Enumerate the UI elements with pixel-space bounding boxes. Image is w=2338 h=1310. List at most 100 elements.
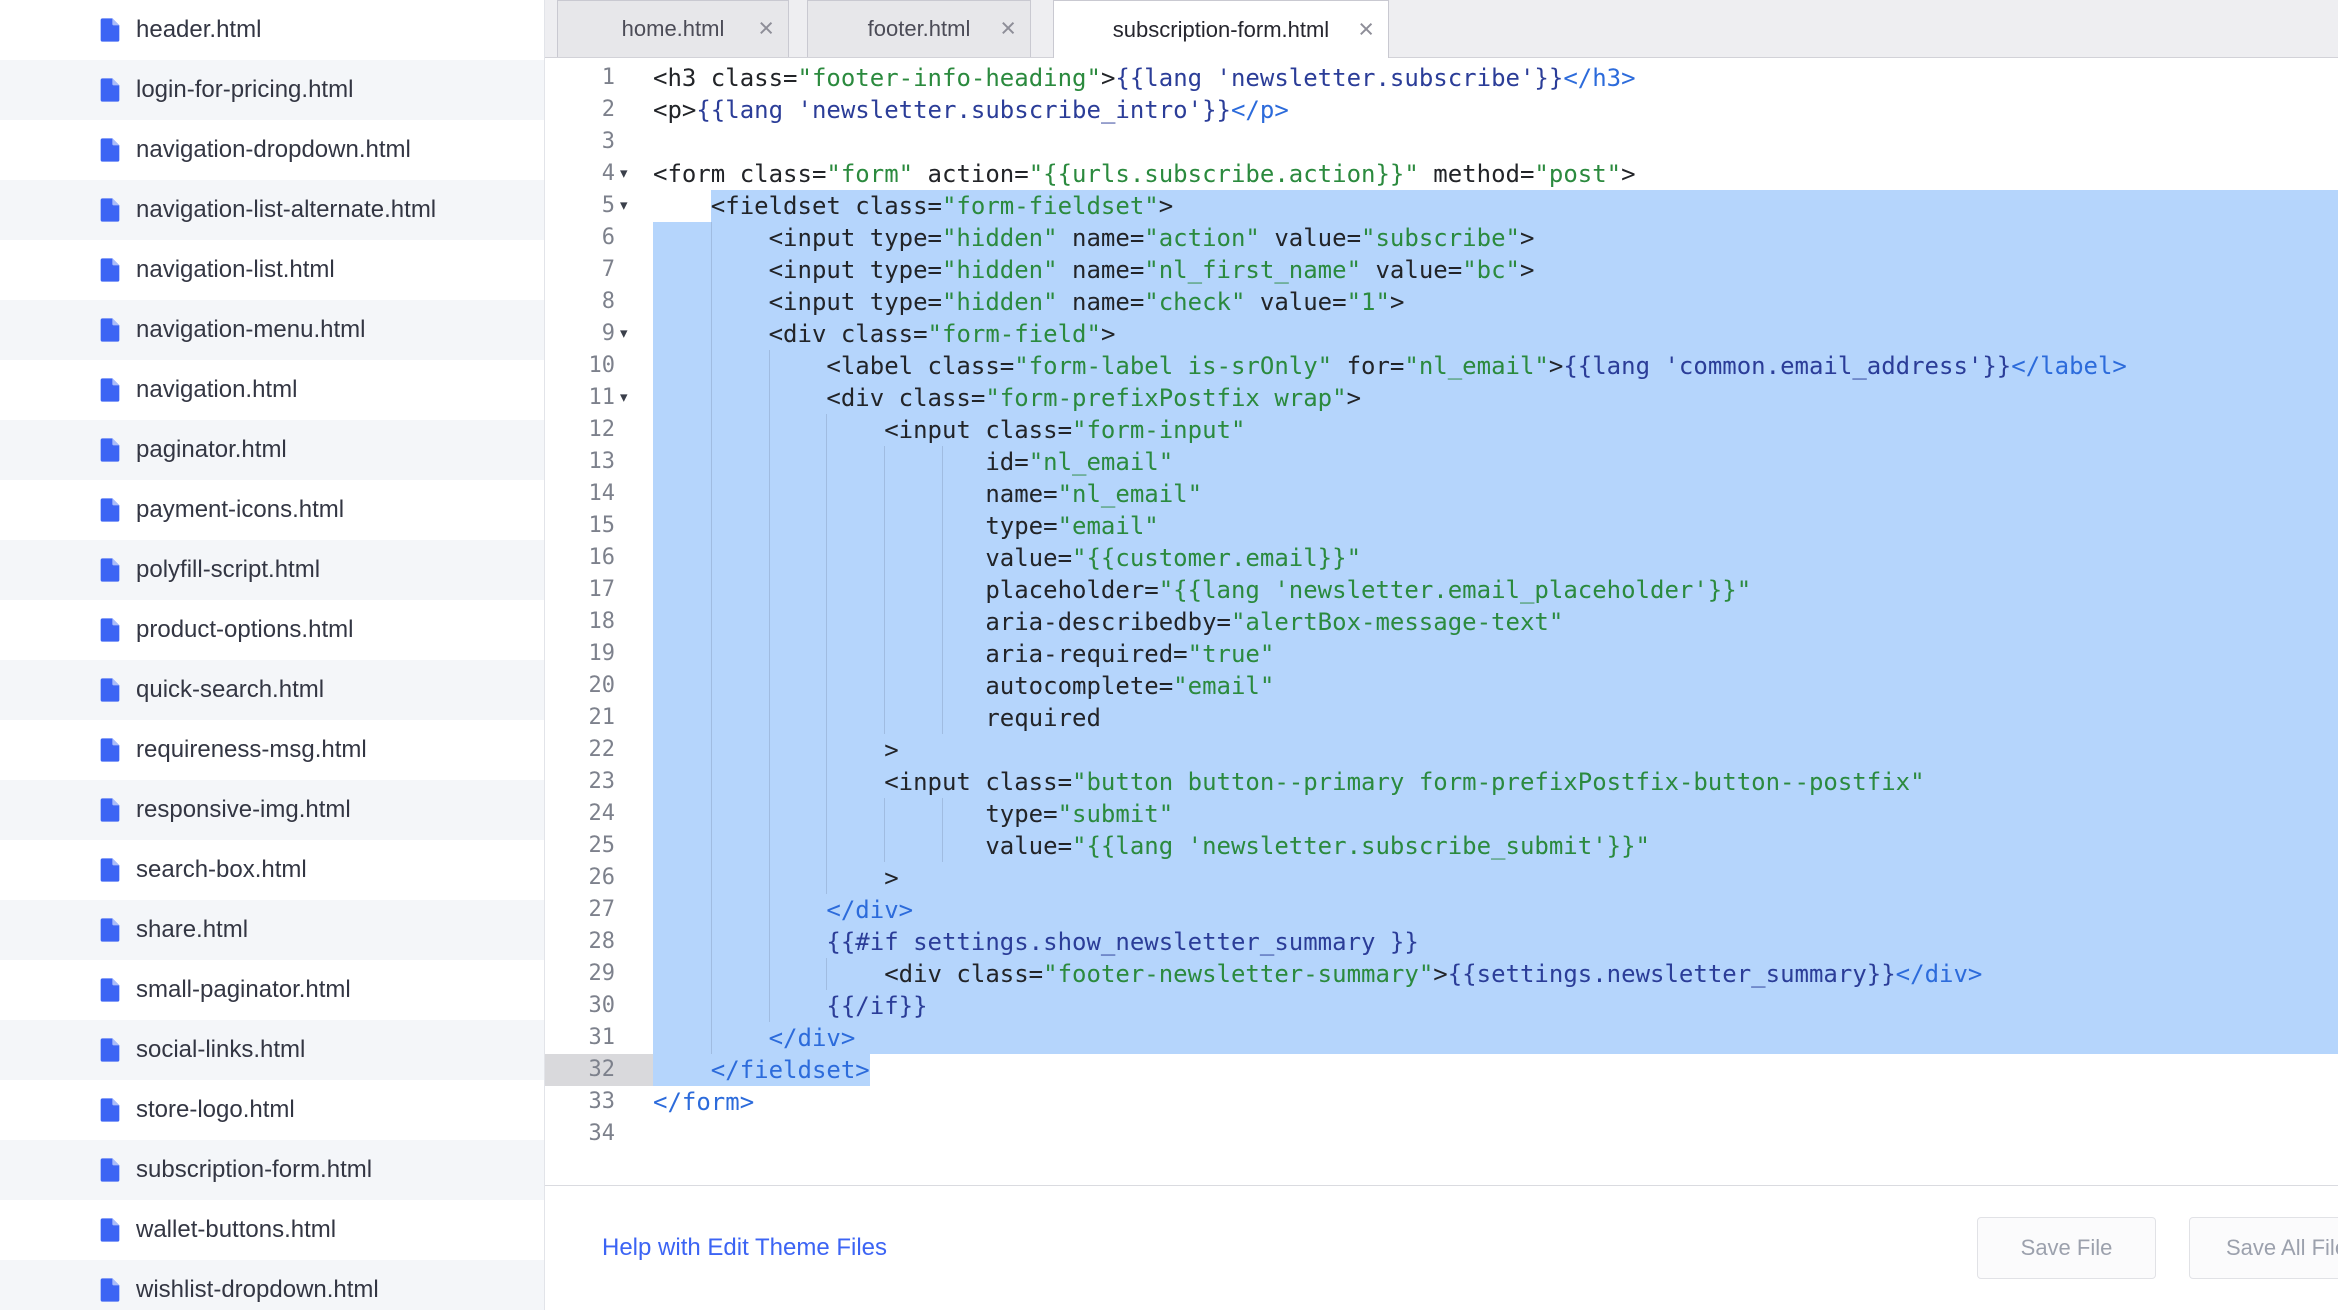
file-item-paginator[interactable]: paginator.html <box>0 420 544 480</box>
file-item-header[interactable]: header.html <box>0 0 544 60</box>
file-item-quick-search[interactable]: quick-search.html <box>0 660 544 720</box>
file-item-wallet-buttons[interactable]: wallet-buttons.html <box>0 1200 544 1260</box>
file-item-navigation-dropdown[interactable]: navigation-dropdown.html <box>0 120 544 180</box>
code-line[interactable]: 27 </div> <box>545 894 2338 926</box>
code-text: <input type="hidden" name="action" value… <box>653 222 2338 254</box>
close-icon[interactable]: × <box>758 15 774 42</box>
code-line[interactable]: 9▾ <div class="form-field"> <box>545 318 2338 350</box>
line-number: 28 <box>545 926 615 958</box>
code-token <box>653 1024 769 1052</box>
file-item-share[interactable]: share.html <box>0 900 544 960</box>
gutter-cell: 5▾ <box>545 190 653 222</box>
tab-home-html[interactable]: home.html× <box>557 0 789 57</box>
code-editor[interactable]: 1<h3 class="footer-info-heading">{{lang … <box>545 58 2338 1185</box>
code-line[interactable]: 17 placeholder="{{lang 'newsletter.email… <box>545 574 2338 606</box>
file-item-navigation-list-alternate[interactable]: navigation-list-alternate.html <box>0 180 544 240</box>
fold-spacer <box>615 286 653 318</box>
file-item-small-paginator[interactable]: small-paginator.html <box>0 960 544 1020</box>
code-line[interactable]: 22 > <box>545 734 2338 766</box>
code-line[interactable]: 25 value="{{lang 'newsletter.subscribe_s… <box>545 830 2338 862</box>
code-line[interactable]: 24 type="submit" <box>545 798 2338 830</box>
code-line[interactable]: 26 > <box>545 862 2338 894</box>
save-all-files-button[interactable]: Save All Files <box>2189 1217 2338 1279</box>
code-line[interactable]: 15 type="email" <box>545 510 2338 542</box>
code-line[interactable]: 14 name="nl_email" <box>545 478 2338 510</box>
code-line[interactable]: 18 aria-describedby="alertBox-message-te… <box>545 606 2338 638</box>
fold-spacer <box>615 606 653 638</box>
code-line[interactable]: 28 {{#if settings.show_newsletter_summar… <box>545 926 2338 958</box>
code-line[interactable]: 5▾ <fieldset class="form-fieldset"> <box>545 190 2338 222</box>
code-line[interactable]: 8 <input type="hidden" name="check" valu… <box>545 286 2338 318</box>
code-token: > <box>1101 64 1115 92</box>
code-token: "1" <box>1347 288 1390 316</box>
fold-icon[interactable]: ▾ <box>615 318 653 350</box>
fold-icon[interactable]: ▾ <box>615 190 653 222</box>
code-token: <fieldset class= <box>653 192 942 220</box>
code-line[interactable]: 20 autocomplete="email" <box>545 670 2338 702</box>
file-item-store-logo[interactable]: store-logo.html <box>0 1080 544 1140</box>
file-name: wallet-buttons.html <box>136 1216 336 1244</box>
code-line[interactable]: 29 <div class="footer-newsletter-summary… <box>545 958 2338 990</box>
code-line[interactable]: 12 <input class="form-input" <box>545 414 2338 446</box>
code-text: </fieldset> <box>653 1054 2338 1086</box>
code-token: > <box>1520 256 1534 284</box>
file-item-subscription-form[interactable]: subscription-form.html <box>0 1140 544 1200</box>
file-item-search-box[interactable]: search-box.html <box>0 840 544 900</box>
code-line[interactable]: 10 <label class="form-label is-srOnly" f… <box>545 350 2338 382</box>
file-item-responsive-img[interactable]: responsive-img.html <box>0 780 544 840</box>
file-icon <box>96 136 124 164</box>
tab-footer-html[interactable]: footer.html× <box>807 0 1031 57</box>
save-file-button[interactable]: Save File <box>1977 1217 2156 1279</box>
code-line[interactable]: 31 </div> <box>545 1022 2338 1054</box>
fold-icon[interactable]: ▾ <box>615 382 653 414</box>
code-line[interactable]: 30 {{/if}} <box>545 990 2338 1022</box>
code-token: id= <box>653 448 1029 476</box>
fold-spacer <box>615 990 653 1022</box>
file-item-product-options[interactable]: product-options.html <box>0 600 544 660</box>
code-line[interactable]: 32 </fieldset> <box>545 1054 2338 1086</box>
line-number: 10 <box>545 350 615 382</box>
code-line[interactable]: 1<h3 class="footer-info-heading">{{lang … <box>545 62 2338 94</box>
code-line[interactable]: 2<p>{{lang 'newsletter.subscribe_intro'}… <box>545 94 2338 126</box>
close-icon[interactable]: × <box>1000 15 1016 42</box>
code-line[interactable]: 13 id="nl_email" <box>545 446 2338 478</box>
code-line[interactable]: 33</form> <box>545 1086 2338 1118</box>
code-line[interactable]: 3 <box>545 126 2338 158</box>
code-line[interactable]: 4▾<form class="form" action="{{urls.subs… <box>545 158 2338 190</box>
code-text: <input type="hidden" name="check" value=… <box>653 286 2338 318</box>
line-number: 26 <box>545 862 615 894</box>
file-item-wishlist-dropdown[interactable]: wishlist-dropdown.html <box>0 1260 544 1310</box>
code-line[interactable]: 21 required <box>545 702 2338 734</box>
file-item-requireness-msg[interactable]: requireness-msg.html <box>0 720 544 780</box>
code-text: {{#if settings.show_newsletter_summary }… <box>653 926 2338 958</box>
file-item-navigation-list[interactable]: navigation-list.html <box>0 240 544 300</box>
code-line[interactable]: 19 aria-required="true" <box>545 638 2338 670</box>
line-number: 18 <box>545 606 615 638</box>
code-line[interactable]: 34 <box>545 1118 2338 1150</box>
code-token: </label> <box>2011 352 2127 380</box>
gutter-cell: 4▾ <box>545 158 653 190</box>
file-item-social-links[interactable]: social-links.html <box>0 1020 544 1080</box>
file-item-navigation-menu[interactable]: navigation-menu.html <box>0 300 544 360</box>
help-link[interactable]: Help with Edit Theme Files <box>602 1234 887 1262</box>
fold-spacer <box>615 1022 653 1054</box>
code-text: </form> <box>653 1086 2338 1118</box>
code-text: <input class="form-input" <box>653 414 2338 446</box>
fold-spacer <box>615 414 653 446</box>
code-line[interactable]: 23 <input class="button button--primary … <box>545 766 2338 798</box>
gutter-cell: 31 <box>545 1022 653 1054</box>
line-number: 1 <box>545 62 615 94</box>
code-line[interactable]: 7 <input type="hidden" name="nl_first_na… <box>545 254 2338 286</box>
tab-subscription-form-html[interactable]: subscription-form.html× <box>1053 0 1389 58</box>
code-line[interactable]: 11▾ <div class="form-prefixPostfix wrap"… <box>545 382 2338 414</box>
line-number: 9 <box>545 318 615 350</box>
file-item-polyfill-script[interactable]: polyfill-script.html <box>0 540 544 600</box>
file-item-login-for-pricing[interactable]: login-for-pricing.html <box>0 60 544 120</box>
file-item-navigation[interactable]: navigation.html <box>0 360 544 420</box>
file-item-payment-icons[interactable]: payment-icons.html <box>0 480 544 540</box>
code-line[interactable]: 6 <input type="hidden" name="action" val… <box>545 222 2338 254</box>
code-line[interactable]: 16 value="{{customer.email}}" <box>545 542 2338 574</box>
fold-icon[interactable]: ▾ <box>615 158 653 190</box>
code-token: {{/if}} <box>826 992 927 1020</box>
close-icon[interactable]: × <box>1358 15 1374 42</box>
